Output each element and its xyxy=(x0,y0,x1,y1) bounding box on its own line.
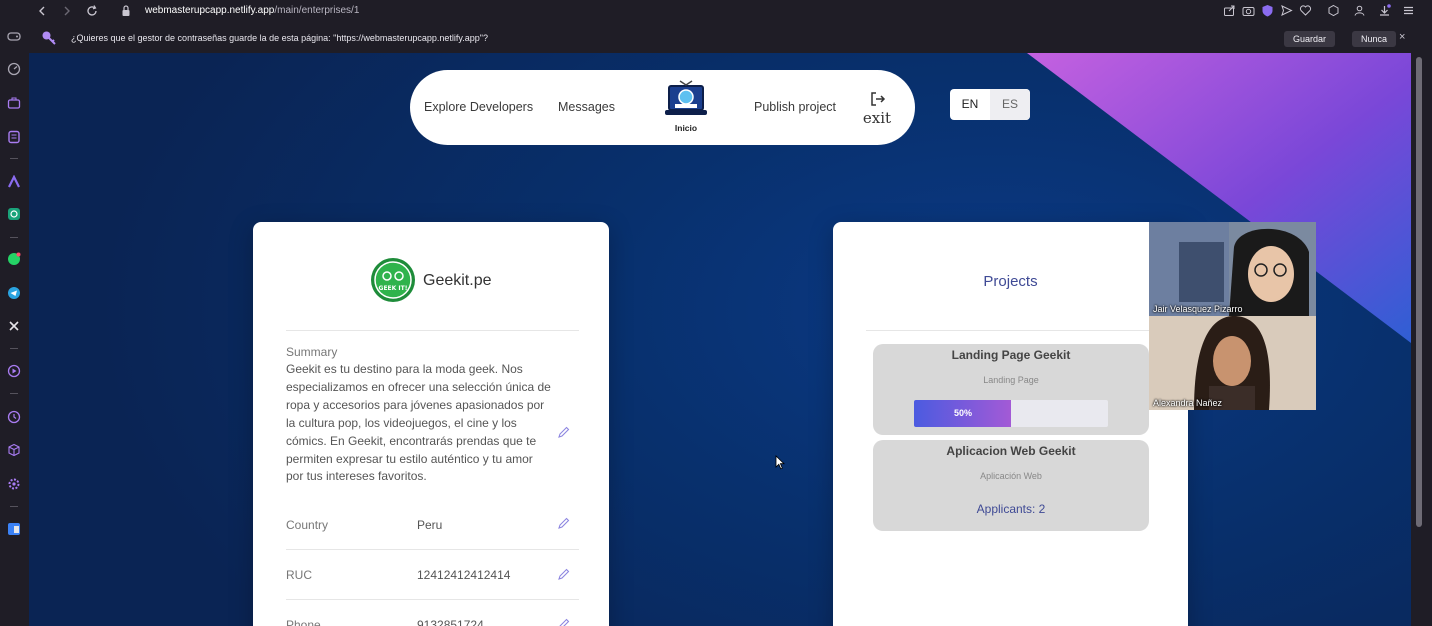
participant-name: Alexandra Nañez xyxy=(1153,398,1223,408)
video-tile-participant-2: Alexandra Nañez xyxy=(1149,316,1316,410)
edit-country-icon[interactable] xyxy=(557,517,570,530)
ruc-label: RUC xyxy=(286,568,312,582)
edit-phone-icon[interactable] xyxy=(557,618,570,626)
back-icon[interactable] xyxy=(35,4,49,18)
password-save-prompt: ¿Quieres que el gestor de contraseñas gu… xyxy=(29,22,1432,53)
divider xyxy=(286,330,579,331)
heart-icon[interactable] xyxy=(1299,4,1312,17)
enterprise-card: GEEK IT! Geekit.pe Summary Geekit es tu … xyxy=(253,222,609,626)
enterprise-logo: GEEK IT! xyxy=(371,258,415,302)
exit-button[interactable]: exit xyxy=(862,90,892,127)
history-icon[interactable] xyxy=(7,410,21,424)
home-logo-caption: Inicio xyxy=(674,123,698,133)
play-icon[interactable] xyxy=(7,364,21,378)
video-tile-participant-1: Jair Velasquez Pizarro xyxy=(1149,222,1316,316)
never-save-button[interactable]: Nunca xyxy=(1352,31,1397,47)
chatgpt-icon[interactable] xyxy=(7,207,21,221)
project-progress-label: 50% xyxy=(954,408,973,418)
language-en-button[interactable]: EN xyxy=(950,89,990,120)
save-password-button[interactable]: Guardar xyxy=(1284,31,1336,47)
language-switch: EN ES xyxy=(950,89,1030,120)
participant-2-video xyxy=(1149,316,1316,410)
gamepad-icon[interactable] xyxy=(7,29,21,43)
forward-icon[interactable] xyxy=(60,4,74,18)
project-type: Landing Page xyxy=(983,375,1039,385)
summary-text: Geekit es tu destino para la moda geek. … xyxy=(286,362,551,484)
participant-1-video xyxy=(1149,222,1316,316)
whatsapp-icon[interactable] xyxy=(7,252,21,266)
share-icon[interactable] xyxy=(1223,4,1236,17)
divider xyxy=(286,599,579,600)
enterprise-logo-text: GEEK IT! xyxy=(379,285,408,292)
send-icon[interactable] xyxy=(1280,4,1293,17)
notes-icon[interactable] xyxy=(7,130,21,144)
password-prompt-message: ¿Quieres que el gestor de contraseñas gu… xyxy=(71,33,488,43)
country-label: Country xyxy=(286,518,329,532)
lock-icon xyxy=(122,5,130,16)
telegram-icon[interactable] xyxy=(7,286,21,300)
logout-icon xyxy=(871,92,886,106)
menu-icon[interactable] xyxy=(1402,4,1415,17)
summary-label: Summary xyxy=(286,345,338,359)
main-navigation: Explore Developers Messages Inicio Publi… xyxy=(410,70,915,145)
address-bar[interactable]: webmasterupcapp.netlify.app/main/enterpr… xyxy=(145,5,359,16)
browser-sidebar xyxy=(0,0,29,626)
mouse-cursor-icon xyxy=(775,455,785,470)
participant-name: Jair Velasquez Pizarro xyxy=(1153,304,1243,314)
projects-title: Projects xyxy=(983,273,1038,290)
profile-icon[interactable] xyxy=(1353,4,1366,17)
project-type: Aplicación Web xyxy=(980,471,1042,481)
home-logo-link[interactable]: Inicio xyxy=(663,80,709,136)
projects-card: Projects Landing Page Geekit Landing Pag… xyxy=(833,222,1188,626)
url-path: /main/enterprises/1 xyxy=(274,5,360,16)
page-scrollbar[interactable] xyxy=(1411,53,1432,626)
exit-label: exit xyxy=(862,109,892,127)
briefcase-icon[interactable] xyxy=(7,96,21,110)
speedometer-icon[interactable] xyxy=(7,62,21,76)
divider xyxy=(286,549,579,550)
download-icon[interactable] xyxy=(1378,4,1391,17)
x-icon[interactable] xyxy=(7,319,21,333)
reload-icon[interactable] xyxy=(85,4,99,18)
divider xyxy=(866,330,1152,331)
box-icon[interactable] xyxy=(1327,4,1340,17)
edit-ruc-icon[interactable] xyxy=(557,568,570,581)
laptop-logo-icon xyxy=(665,80,707,115)
nav-publish-project[interactable]: Publish project xyxy=(754,100,836,114)
project-item[interactable]: Landing Page Geekit Landing Page 50% xyxy=(873,344,1149,435)
settings-icon[interactable] xyxy=(7,477,21,491)
url-host: webmasterupcapp.netlify.app xyxy=(145,5,275,16)
cube-icon[interactable] xyxy=(7,443,21,457)
close-prompt-icon[interactable]: × xyxy=(1399,31,1405,43)
phone-value: 9132851724 xyxy=(417,618,484,626)
project-name: Landing Page Geekit xyxy=(951,348,1071,362)
shield-icon[interactable] xyxy=(1261,4,1274,17)
key-icon xyxy=(42,31,56,45)
scrollbar-thumb[interactable] xyxy=(1416,57,1422,527)
country-value: Peru xyxy=(417,518,443,532)
arc-icon[interactable] xyxy=(7,175,21,189)
project-name: Aplicacion Web Geekit xyxy=(946,444,1076,458)
edit-summary-icon[interactable] xyxy=(557,426,570,439)
camera-icon[interactable] xyxy=(1242,4,1255,17)
project-applicants[interactable]: Applicants: 2 xyxy=(873,502,1149,516)
translate-icon[interactable] xyxy=(7,522,21,536)
enterprise-name: Geekit.pe xyxy=(423,272,492,289)
nav-messages[interactable]: Messages xyxy=(558,100,615,114)
project-progress-bar: 50% xyxy=(914,400,1108,427)
phone-label: Phone xyxy=(286,618,321,626)
project-item[interactable]: Aplicacion Web Geekit Aplicación Web App… xyxy=(873,440,1149,531)
ruc-value: 12412412412414 xyxy=(417,568,511,582)
language-es-button[interactable]: ES xyxy=(990,89,1030,120)
browser-toolbar: webmasterupcapp.netlify.app/main/enterpr… xyxy=(29,0,1432,22)
nav-explore-developers[interactable]: Explore Developers xyxy=(424,100,533,114)
